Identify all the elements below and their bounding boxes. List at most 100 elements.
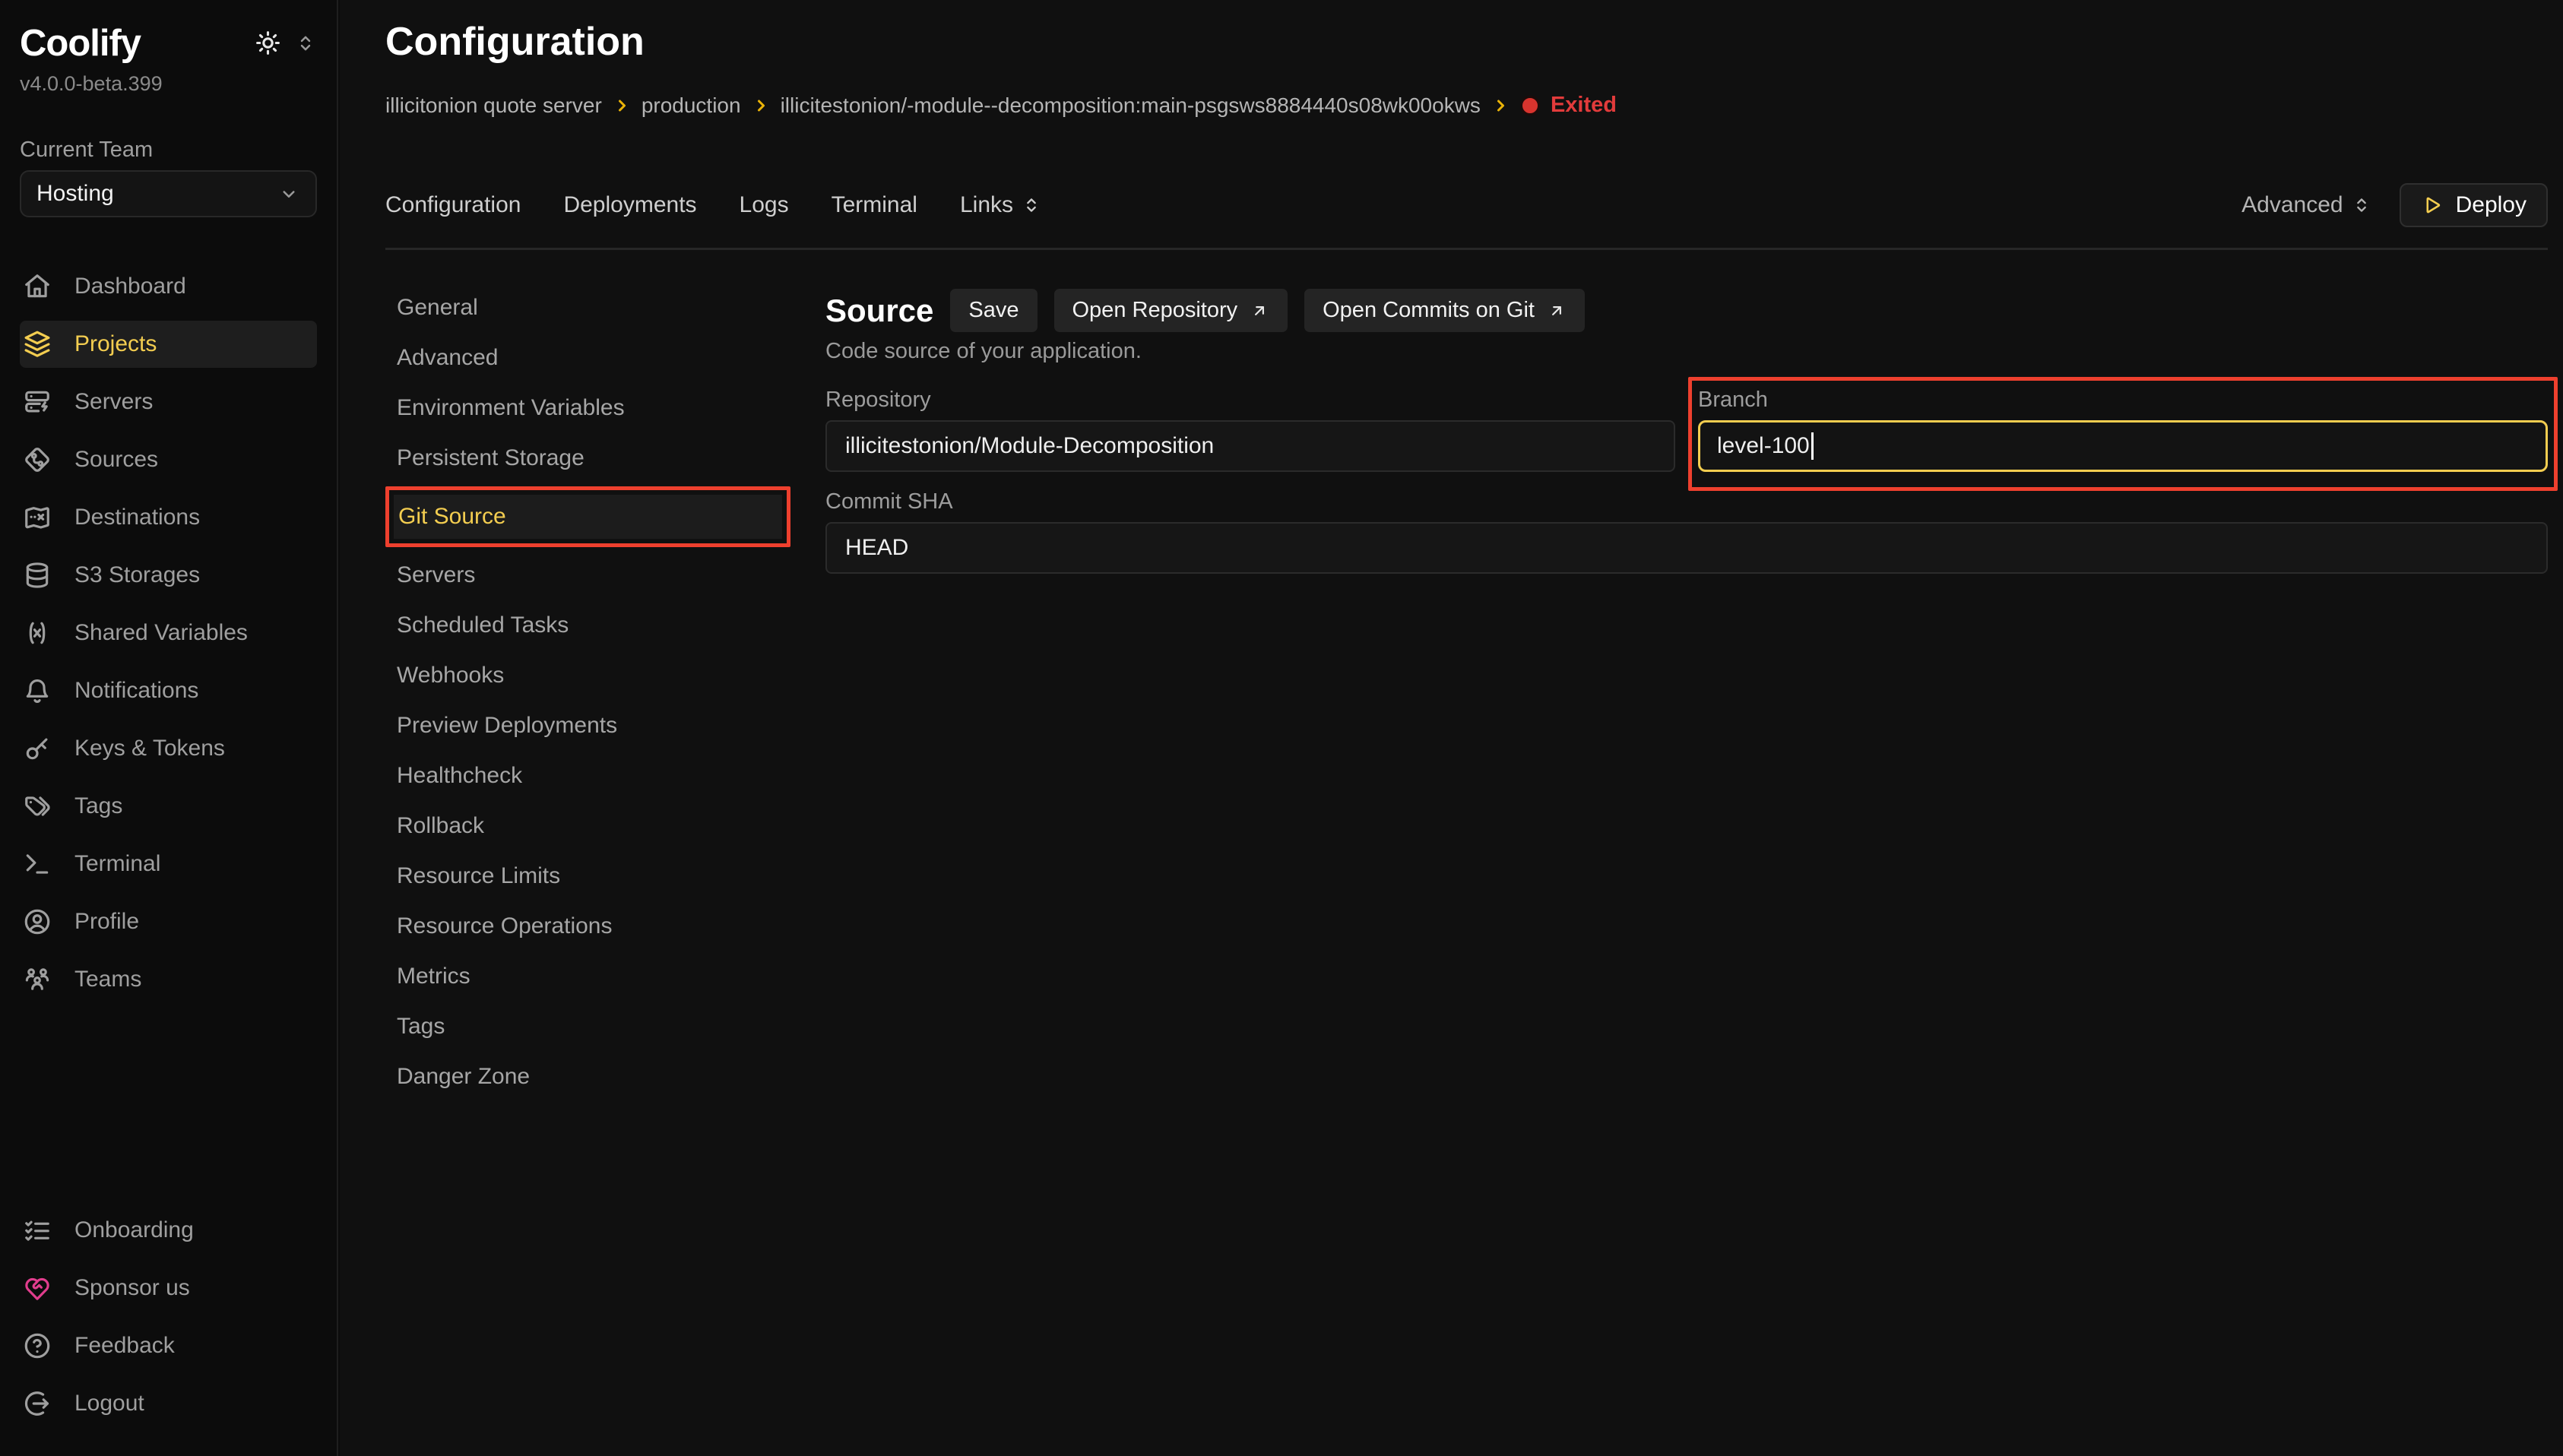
subnav-item-metrics[interactable]: Metrics xyxy=(385,951,790,1002)
breadcrumb: illicitonion quote server production ill… xyxy=(385,93,2548,118)
theme-selector-icon[interactable] xyxy=(294,32,317,55)
layers-icon xyxy=(23,330,52,359)
main-area: Configuration illicitonion quote server … xyxy=(340,0,2563,1456)
repository-label: Repository xyxy=(825,387,1675,413)
sidebar-item-projects[interactable]: Projects xyxy=(20,321,317,368)
tab-logs[interactable]: Logs xyxy=(740,192,789,218)
tab-deployments[interactable]: Deployments xyxy=(563,192,696,218)
sidebar-item-notifications[interactable]: Notifications xyxy=(20,667,317,714)
deploy-button[interactable]: Deploy xyxy=(2400,183,2548,227)
tab-links[interactable]: Links xyxy=(960,192,1042,218)
sidebar-item-onboarding[interactable]: Onboarding xyxy=(20,1207,317,1254)
commit-sha-label: Commit SHA xyxy=(825,489,2548,514)
heart-handshake-icon xyxy=(23,1274,52,1302)
chevron-right-icon xyxy=(752,97,770,115)
user-circle-icon xyxy=(23,907,52,936)
arrow-up-right-icon xyxy=(1547,301,1567,321)
tabbar-divider xyxy=(385,248,2548,250)
users-icon xyxy=(23,965,52,994)
coolify-app: { "app": { "name": "Coolify", "version":… xyxy=(0,0,2563,1456)
text-cursor xyxy=(1811,432,1814,460)
sidebar-item-servers[interactable]: Servers xyxy=(20,378,317,426)
sidebar-item-sponsor-us[interactable]: Sponsor us xyxy=(20,1265,317,1312)
branch-input[interactable]: level-100 xyxy=(1698,420,2548,472)
home-icon xyxy=(23,272,52,301)
key-icon xyxy=(23,734,52,763)
commit-sha-input[interactable] xyxy=(825,522,2548,574)
git-source-icon xyxy=(23,445,52,474)
sidebar-item-teams[interactable]: Teams xyxy=(20,956,317,1003)
tags-icon xyxy=(23,792,52,821)
sidebar-item-destinations[interactable]: Destinations xyxy=(20,494,317,541)
subnav-item-general[interactable]: General xyxy=(385,283,790,333)
sun-icon[interactable] xyxy=(254,29,282,57)
breadcrumb-item-illicitonion-quote-server: illicitonion quote server xyxy=(385,93,631,118)
current-team-label: Current Team xyxy=(20,137,317,163)
open-repository-button[interactable]: Open Repository xyxy=(1054,289,1288,332)
subnav-item-preview-deployments[interactable]: Preview Deployments xyxy=(385,701,790,751)
subnav-item-persistent-storage[interactable]: Persistent Storage xyxy=(385,433,790,483)
tab-bar: Configuration Deployments Logs Terminal xyxy=(385,183,2548,227)
sidebar-nav: Dashboard Projects Servers Sources Desti… xyxy=(20,263,317,1014)
subnav-item-scheduled-tasks[interactable]: Scheduled Tasks xyxy=(385,600,790,650)
repository-input[interactable] xyxy=(825,420,1675,472)
branch-annotation-box: Branch level-100 xyxy=(1688,377,2558,491)
sidebar-header: Coolify xyxy=(20,23,317,64)
tab-terminal[interactable]: Terminal xyxy=(832,192,917,218)
sidebar-item-keys-tokens[interactable]: Keys & Tokens xyxy=(20,725,317,772)
chevron-right-icon xyxy=(613,97,631,115)
source-panel: Source Save Open Repository Open Commits… xyxy=(825,283,2548,574)
sidebar-item-sources[interactable]: Sources xyxy=(20,436,317,483)
subnav-item-resource-operations[interactable]: Resource Operations xyxy=(385,901,790,951)
status-dot-icon xyxy=(1520,96,1540,116)
sidebar-item-s3-storages[interactable]: S3 Storages xyxy=(20,552,317,599)
subnav-item-webhooks[interactable]: Webhooks xyxy=(385,650,790,701)
server-icon xyxy=(23,388,52,416)
repository-field: Repository xyxy=(825,387,1675,472)
subnav-item-rollback[interactable]: Rollback xyxy=(385,801,790,851)
page-title: Configuration xyxy=(385,20,2548,64)
sidebar-item-feedback[interactable]: Feedback xyxy=(20,1322,317,1369)
sidebar-item-logout[interactable]: Logout xyxy=(20,1380,317,1427)
breadcrumb-item-production: production xyxy=(642,93,770,118)
subnav-item-servers[interactable]: Servers xyxy=(385,550,790,600)
breadcrumb-item-illicitestonion-module-decomposition-mai: illicitestonion/-module--decomposition:m… xyxy=(781,93,1510,118)
team-select[interactable]: Hosting xyxy=(20,170,317,217)
list-checks-icon xyxy=(23,1216,52,1245)
subnav-item-healthcheck[interactable]: Healthcheck xyxy=(385,751,790,801)
sidebar-item-shared-variables[interactable]: Shared Variables xyxy=(20,609,317,657)
subnav-item-danger-zone[interactable]: Danger Zone xyxy=(385,1052,790,1102)
subnav-item-git-source[interactable]: Git Source xyxy=(385,486,790,547)
status-label: Exited xyxy=(1551,93,1617,118)
sidebar-item-tags[interactable]: Tags xyxy=(20,783,317,830)
branch-field: Branch level-100 xyxy=(1698,387,2548,472)
sidebar-item-terminal[interactable]: Terminal xyxy=(20,840,317,888)
app-version: v4.0.0-beta.399 xyxy=(20,71,317,96)
subnav-item-tags[interactable]: Tags xyxy=(385,1002,790,1052)
team-select-value: Hosting xyxy=(36,181,114,207)
logout-icon xyxy=(23,1389,52,1418)
advanced-menu[interactable]: Advanced xyxy=(2241,192,2371,218)
source-heading: Source xyxy=(825,293,933,329)
config-subnav: General Advanced Environment Variables P… xyxy=(385,283,790,1102)
sidebar-item-profile[interactable]: Profile xyxy=(20,898,317,945)
sidebar: Coolify v4.0.0-beta.399 Current Team Hos… xyxy=(0,0,338,1456)
source-description: Code source of your application. xyxy=(825,338,2548,364)
chevron-right-icon xyxy=(1491,97,1510,115)
database-icon xyxy=(23,561,52,590)
subnav-item-advanced[interactable]: Advanced xyxy=(385,333,790,383)
open-commits-button[interactable]: Open Commits on Git xyxy=(1304,289,1585,332)
chevrons-up-down-icon xyxy=(2351,195,2372,216)
tab-configuration[interactable]: Configuration xyxy=(385,192,521,218)
subnav-item-environment-variables[interactable]: Environment Variables xyxy=(385,383,790,433)
braces-x-icon xyxy=(23,619,52,647)
map-icon xyxy=(23,503,52,532)
save-button[interactable]: Save xyxy=(950,289,1037,332)
terminal-icon xyxy=(23,850,52,878)
play-icon xyxy=(2421,194,2444,217)
sidebar-item-dashboard[interactable]: Dashboard xyxy=(20,263,317,310)
bell-icon xyxy=(23,676,52,705)
help-circle-icon xyxy=(23,1331,52,1360)
subnav-item-resource-limits[interactable]: Resource Limits xyxy=(385,851,790,901)
chevron-down-icon xyxy=(277,182,300,205)
